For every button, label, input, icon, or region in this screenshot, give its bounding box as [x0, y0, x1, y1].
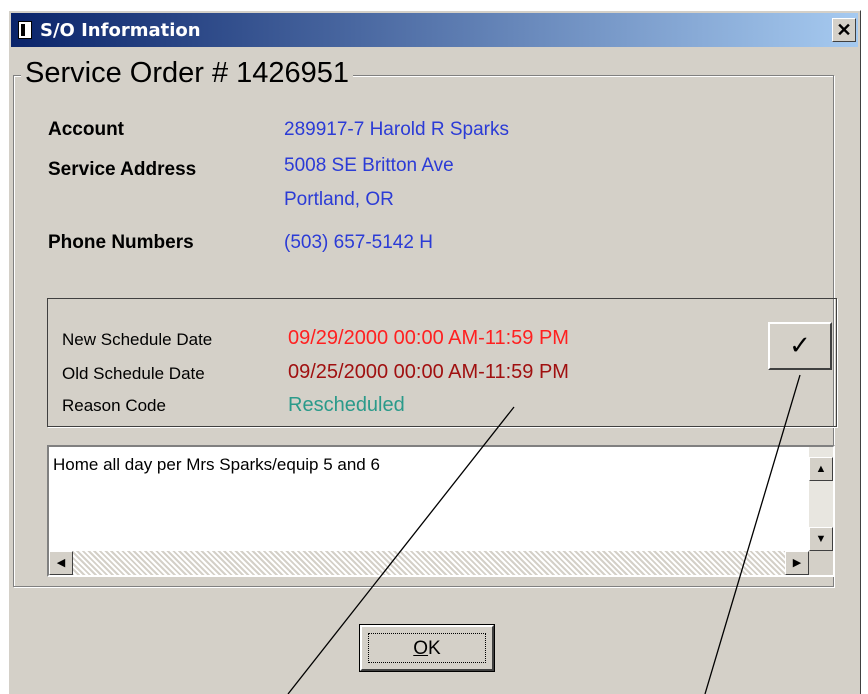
annotation-lines — [287, 374, 801, 694]
annotation-line-check — [704, 374, 801, 694]
annotation-line-reason — [287, 406, 515, 694]
